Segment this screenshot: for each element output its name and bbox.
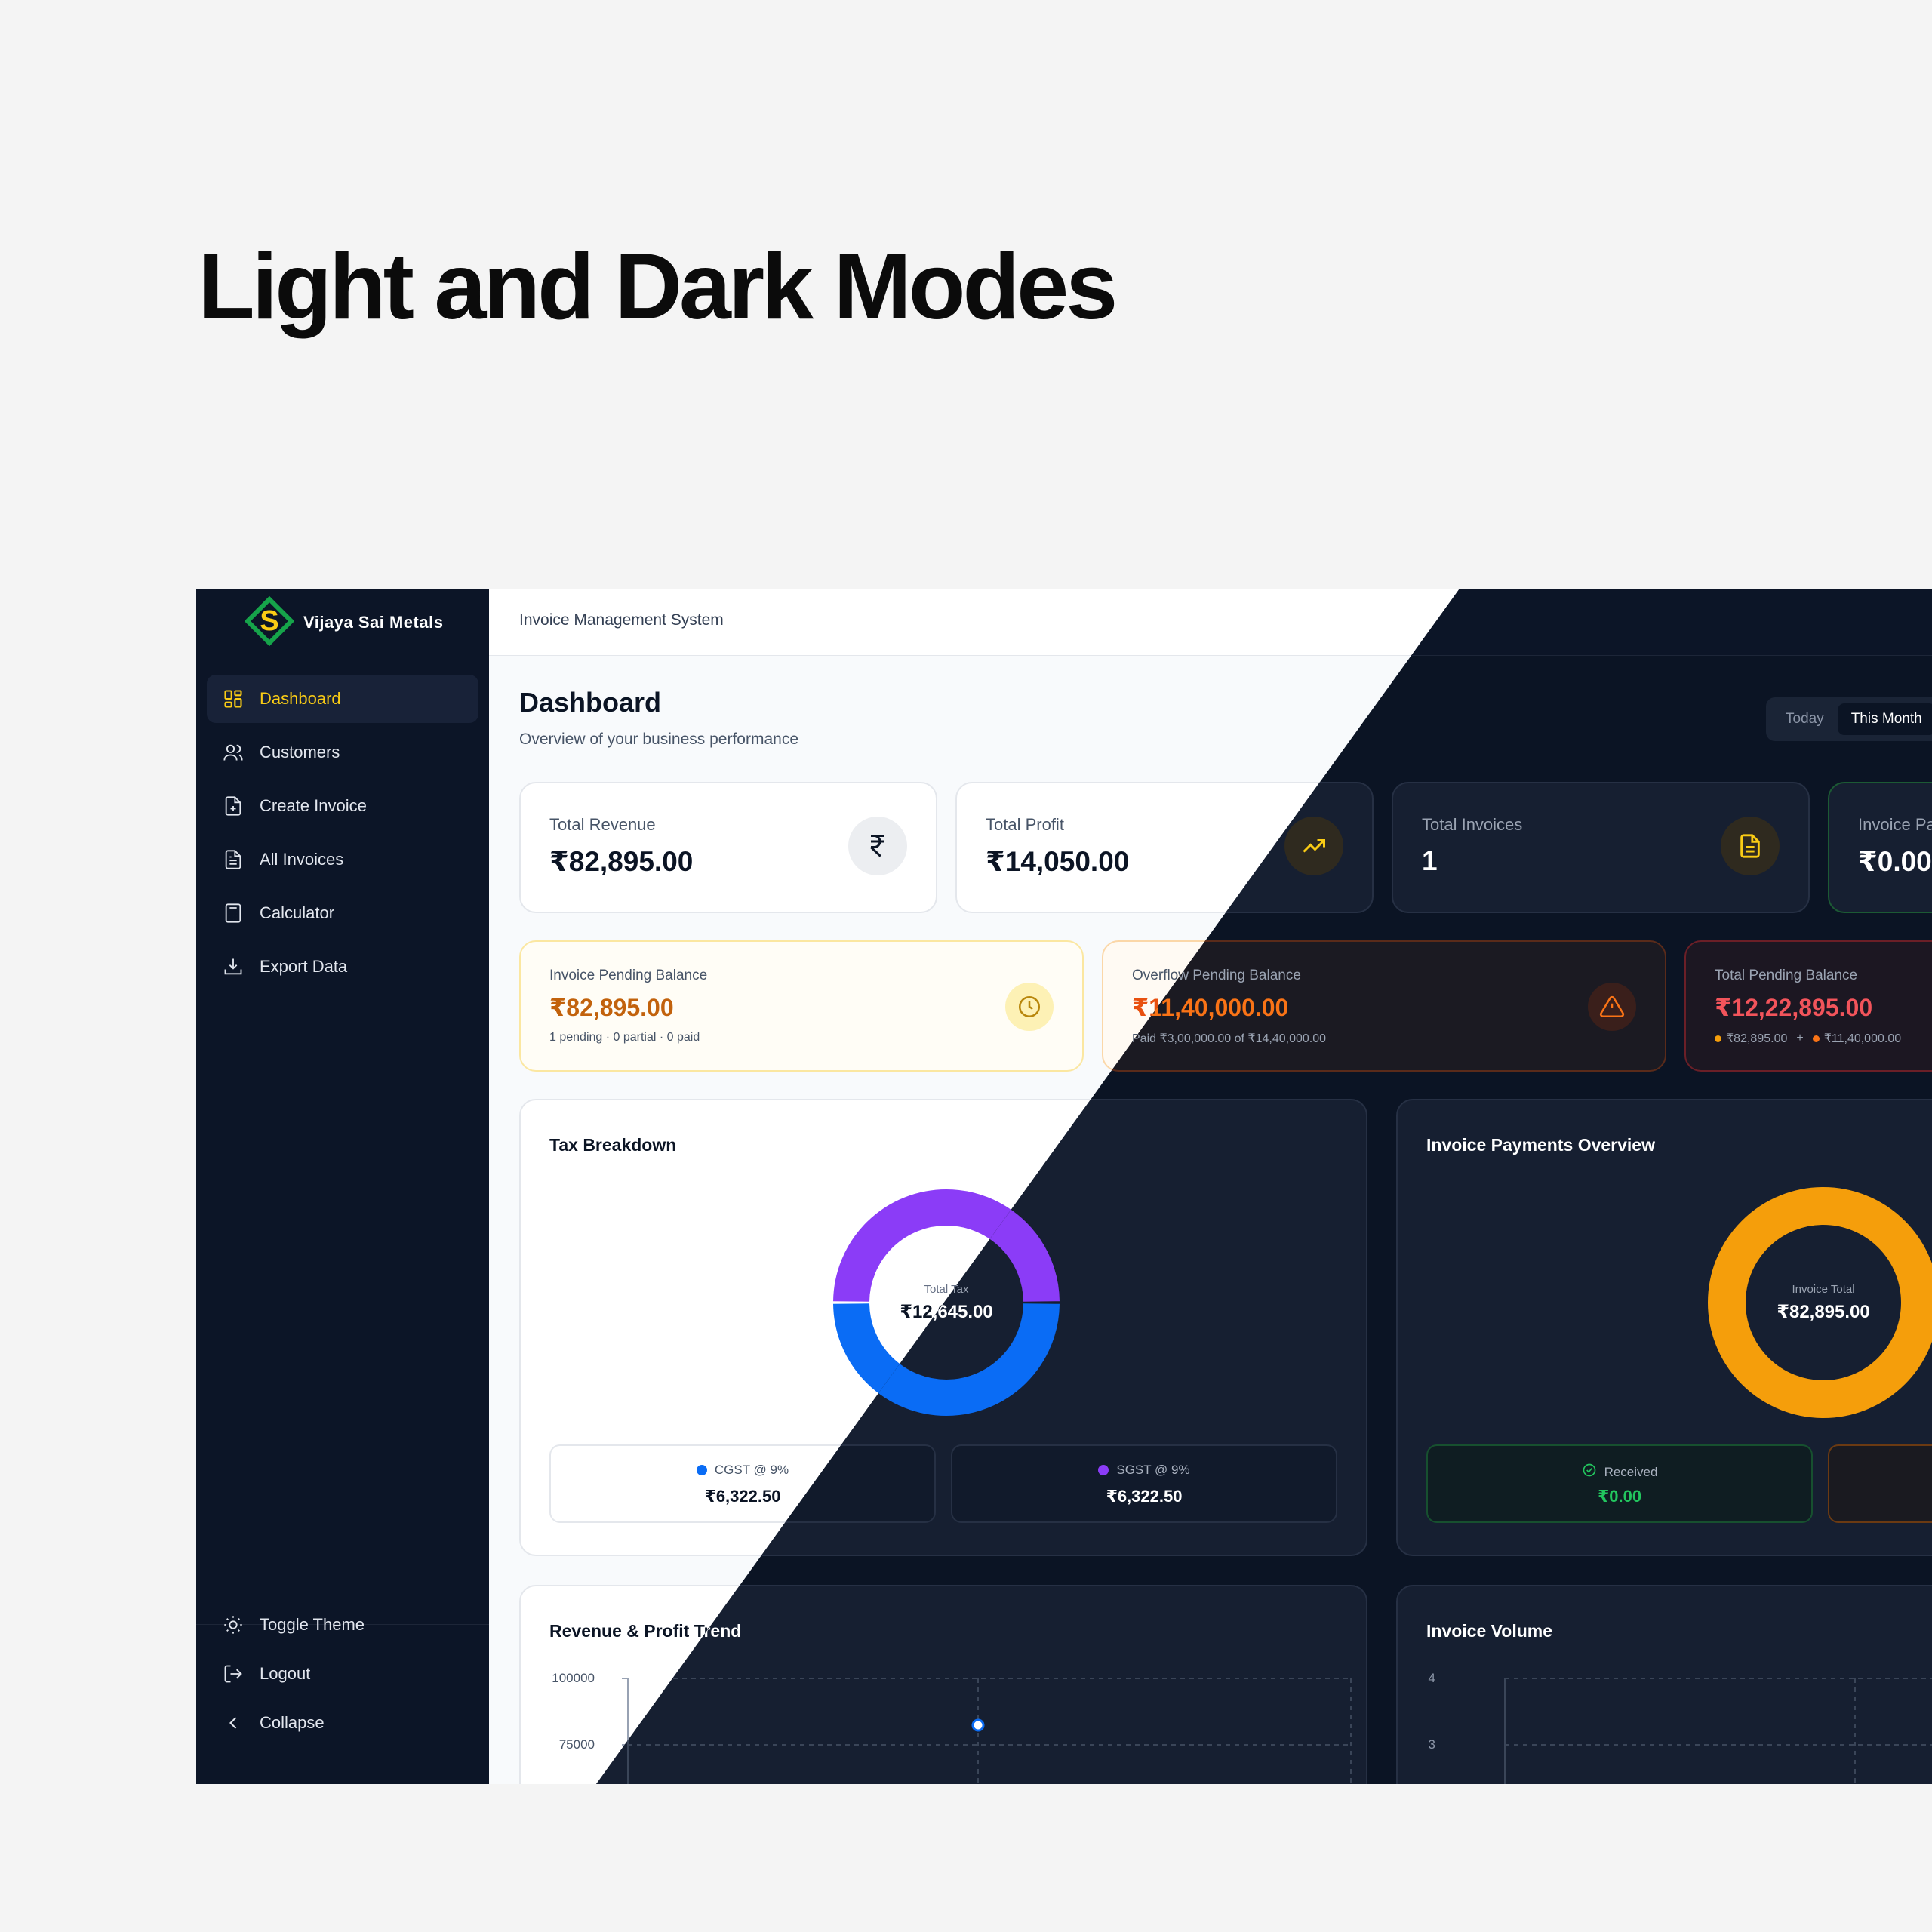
collapse-label: Collapse — [260, 1713, 325, 1732]
legend-received: Received ₹0.00 — [1426, 1444, 1813, 1523]
pending-label: Invoice Pending Balance — [549, 968, 708, 983]
stat-label: Total Profit — [986, 815, 1064, 834]
brand: S Vijaya Sai Metals — [244, 595, 444, 650]
file-text-icon — [222, 848, 245, 871]
donut-center-label: Invoice Total — [1792, 1283, 1855, 1296]
pending-dot — [1715, 1035, 1721, 1042]
pending-value: ₹12,22,895.00 — [1715, 994, 1873, 1021]
pending-note-a: ₹82,895.00 — [1726, 1032, 1788, 1045]
logo-icon: S — [244, 595, 295, 650]
pending-label: Total Pending Balance — [1715, 968, 1858, 983]
sidebar-item-label: Create Invoice — [260, 796, 367, 815]
grid-icon — [222, 688, 245, 710]
legend-swatch — [696, 1465, 707, 1475]
check-circle-icon — [1582, 1463, 1597, 1481]
period-this-month[interactable]: This Month — [1837, 703, 1932, 735]
period-toggle-dark: Today This Month — [1766, 697, 1932, 741]
users-icon — [222, 741, 245, 764]
legend-name: CGST @ 9% — [714, 1463, 789, 1477]
legend-swatch — [1098, 1465, 1109, 1475]
stat-card-invoice-paid: Invoice Pa ₹0.00 — [1828, 782, 1932, 913]
legend-name: SGST @ 9% — [1116, 1463, 1190, 1477]
stat-label: Total Revenue — [549, 815, 656, 834]
sidebar-item-calculator[interactable]: Calculator — [207, 889, 478, 937]
rupee-icon — [848, 817, 907, 875]
pending-note: ₹82,895.00 + ₹11,40,000.00 — [1715, 1031, 1901, 1046]
clock-icon — [1005, 983, 1054, 1031]
stat-value: ₹14,050.00 — [986, 846, 1130, 877]
invoice-volume-card: Invoice Volume 4 3 — [1396, 1585, 1932, 1784]
logout-icon — [222, 1663, 245, 1685]
legend-value: ₹6,322.50 — [1106, 1487, 1183, 1506]
document-icon — [1721, 817, 1780, 875]
donut-center-value: ₹82,895.00 — [1777, 1302, 1870, 1322]
stat-card-invoices: Total Invoices 1 — [1392, 782, 1810, 913]
legend-name: Received — [1604, 1464, 1658, 1479]
sidebar-item-create-invoice[interactable]: Create Invoice — [207, 782, 478, 830]
legend-pending — [1828, 1444, 1932, 1523]
page-subtitle: Overview of your business performance — [519, 731, 798, 748]
pending-card-total: Total Pending Balance ₹12,22,895.00 ₹82,… — [1684, 940, 1932, 1072]
legend-value: ₹0.00 — [1597, 1487, 1642, 1506]
page-headline: Light and Dark Modes — [198, 235, 1118, 339]
pending-note-b: ₹11,40,000.00 — [1823, 1032, 1902, 1045]
logout-button[interactable]: Logout — [207, 1652, 478, 1696]
file-plus-icon — [222, 795, 245, 817]
logout-label: Logout — [260, 1664, 311, 1683]
sidebar-item-export-data[interactable]: Export Data — [207, 943, 478, 991]
stat-value: ₹82,895.00 — [549, 846, 694, 877]
brand-name: Vijaya Sai Metals — [303, 613, 444, 632]
trend-data-point — [971, 1718, 985, 1732]
pending-note: 1 pending · 0 partial · 0 paid — [549, 1031, 700, 1044]
sun-icon — [222, 1614, 245, 1636]
sidebar: S Vijaya Sai Metals Dashboard Customers … — [196, 589, 489, 1784]
pending-note: Paid ₹3,00,000.00 of ₹14,40,000.00 — [1132, 1032, 1327, 1045]
page-title: Dashboard — [519, 687, 662, 718]
stat-label: Invoice Pa — [1858, 815, 1932, 834]
sidebar-item-label: Calculator — [260, 903, 335, 922]
trending-up-icon — [1284, 817, 1343, 875]
calculator-icon — [222, 902, 245, 924]
stat-label: Total Invoices — [1422, 815, 1523, 834]
stat-value: ₹0.00 — [1858, 846, 1932, 877]
toggle-theme-button[interactable]: Toggle Theme — [207, 1603, 478, 1647]
period-today[interactable]: Today — [1772, 703, 1838, 735]
sidebar-item-label: Export Data — [260, 957, 348, 976]
pending-note-plus: + — [1796, 1032, 1804, 1044]
volume-chart — [1504, 1678, 1932, 1784]
overflow-dot — [1812, 1035, 1820, 1042]
download-icon — [222, 955, 245, 978]
sidebar-item-dashboard[interactable]: Dashboard — [207, 675, 478, 723]
sidebar-item-label: Dashboard — [260, 689, 341, 708]
stat-value: 1 — [1422, 845, 1438, 876]
collapse-button[interactable]: Collapse — [207, 1701, 478, 1745]
stat-card-revenue: Total Revenue ₹82,895.00 — [519, 782, 937, 913]
payments-overview-card: Invoice Payments Overview Invoice Total … — [1396, 1099, 1932, 1556]
sidebar-bottom: Toggle Theme Logout Collapse — [207, 1603, 478, 1750]
svg-text:S: S — [260, 605, 278, 637]
warning-icon — [1588, 983, 1636, 1031]
sidebar-item-label: All Invoices — [260, 850, 344, 869]
pending-card-invoice: Invoice Pending Balance ₹82,895.00 1 pen… — [519, 940, 1084, 1072]
app-title: Invoice Management System — [519, 611, 724, 629]
toggle-theme-label: Toggle Theme — [260, 1615, 365, 1634]
sidebar-item-label: Customers — [260, 743, 340, 761]
chevron-left-icon — [222, 1712, 245, 1734]
legend-sgst-dark: SGST @ 9% ₹6,322.50 — [951, 1444, 1337, 1523]
pending-value: ₹82,895.00 — [549, 994, 674, 1021]
sidebar-nav: Dashboard Customers Create Invoice All I… — [207, 675, 478, 996]
sidebar-item-all-invoices[interactable]: All Invoices — [207, 835, 478, 884]
app-window: S Vijaya Sai Metals Dashboard Customers … — [196, 589, 1932, 1784]
sidebar-item-customers[interactable]: Customers — [207, 728, 478, 777]
